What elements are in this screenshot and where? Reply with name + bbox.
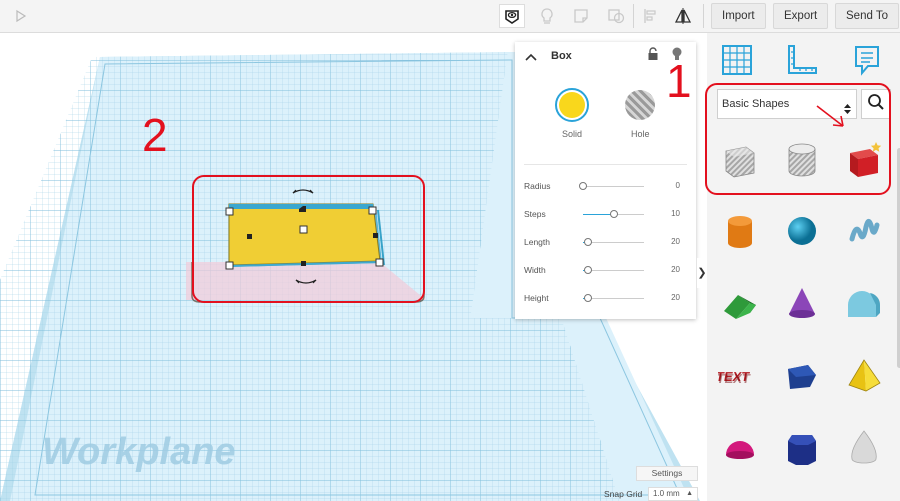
property-slider-knob[interactable] xyxy=(584,238,592,246)
property-value[interactable]: 20 xyxy=(671,265,680,274)
snap-arrow-icon: ▲ xyxy=(686,490,693,497)
top-toolbar: Import Export Send To xyxy=(0,0,900,33)
property-label: Width xyxy=(524,265,546,275)
grid-view-icon[interactable] xyxy=(720,43,754,77)
annotation-arrow xyxy=(816,105,844,127)
inspector-title: Box xyxy=(551,50,572,62)
send-to-button[interactable]: Send To xyxy=(835,3,899,29)
property-slider[interactable] xyxy=(583,238,644,246)
property-slider-knob[interactable] xyxy=(610,210,618,218)
annotation-box-2 xyxy=(192,175,425,303)
property-slider-knob[interactable] xyxy=(584,294,592,302)
property-slider[interactable] xyxy=(583,294,644,302)
property-label: Length xyxy=(524,237,550,247)
cylinder-icon xyxy=(720,211,760,256)
group-icon[interactable] xyxy=(603,4,629,28)
polygon-icon xyxy=(782,355,822,400)
eye-toggle-icon[interactable] xyxy=(499,4,525,28)
property-label: Steps xyxy=(524,209,546,219)
property-label: Radius xyxy=(524,181,551,191)
note-icon[interactable] xyxy=(568,4,594,28)
shape-item-cylinder[interactable] xyxy=(710,200,770,266)
property-value[interactable]: 0 xyxy=(676,181,680,190)
scribble-icon xyxy=(844,211,884,256)
property-slider-knob[interactable] xyxy=(584,266,592,274)
collapse-chevron-icon[interactable] xyxy=(525,49,537,67)
annotation-box-1 xyxy=(705,83,891,195)
property-slider[interactable] xyxy=(583,210,644,218)
property-value[interactable]: 20 xyxy=(671,293,680,302)
solid-color-dot xyxy=(559,92,585,118)
divider xyxy=(524,164,687,165)
property-row-width: Width 20 xyxy=(524,263,690,279)
roof-icon xyxy=(720,283,760,328)
half-sphere-icon xyxy=(720,427,760,472)
property-row-steps: Steps 10 xyxy=(524,207,690,223)
settings-button[interactable]: Settings xyxy=(636,466,698,481)
play-sim-icon[interactable] xyxy=(8,4,34,28)
tinkercad-editor: Import Export Send To Workplane 2 Box So… xyxy=(0,0,900,501)
svg-text:TEXT: TEXT xyxy=(718,371,751,386)
snap-grid-value: 1.0 mm xyxy=(653,489,680,498)
sphere-icon xyxy=(782,211,822,256)
paraboloid-icon xyxy=(844,427,884,472)
notes-icon[interactable] xyxy=(850,43,884,77)
property-value[interactable]: 20 xyxy=(671,237,680,246)
shape-item-roof[interactable] xyxy=(710,272,770,338)
shape-item-scribble[interactable] xyxy=(834,200,894,266)
property-slider[interactable] xyxy=(579,182,644,190)
solid-swatch[interactable] xyxy=(555,88,589,122)
import-button[interactable]: Import xyxy=(711,3,766,29)
shape-item-polygon[interactable] xyxy=(772,344,832,410)
hexagonal-prism-icon xyxy=(782,427,822,472)
property-row-height: Height 20 xyxy=(524,291,690,307)
lightbulb-icon[interactable] xyxy=(534,4,560,28)
solid-label: Solid xyxy=(562,129,583,139)
shape-item-text[interactable]: TEXT TEXT xyxy=(710,344,770,410)
property-row-length: Length 20 xyxy=(524,235,690,251)
workplane-label: Workplane xyxy=(42,431,236,473)
cone-icon xyxy=(782,283,822,328)
export-button[interactable]: Export xyxy=(773,3,829,29)
hole-label: Hole xyxy=(631,129,650,139)
shape-item-hexagonal-prism[interactable] xyxy=(772,416,832,482)
property-value[interactable]: 10 xyxy=(671,209,680,218)
align-icon[interactable] xyxy=(638,4,664,28)
hole-swatch[interactable] xyxy=(625,90,655,120)
round-roof-icon xyxy=(844,283,884,328)
shape-item-pyramid[interactable] xyxy=(834,344,894,410)
shape-item-sphere[interactable] xyxy=(772,200,832,266)
toolbar-separator xyxy=(633,4,634,28)
shape-item-paraboloid[interactable] xyxy=(834,416,894,482)
snap-grid-label: Snap Grid xyxy=(604,489,643,499)
shape-item-half-sphere[interactable] xyxy=(710,416,770,482)
mirror-icon[interactable] xyxy=(670,4,696,28)
property-row-radius: Radius 0 xyxy=(524,179,690,195)
pyramid-icon xyxy=(844,355,884,400)
snap-grid-select[interactable]: 1.0 mm ▲ xyxy=(648,487,698,501)
ruler-icon[interactable] xyxy=(785,43,819,77)
property-label: Height xyxy=(524,293,549,303)
property-slider-knob[interactable] xyxy=(579,182,587,190)
property-slider[interactable] xyxy=(583,266,644,274)
toolbar-separator xyxy=(703,4,704,28)
panel-collapse-toggle[interactable]: ❯ xyxy=(697,258,707,288)
lock-icon[interactable] xyxy=(647,47,659,66)
shape-item-cone[interactable] xyxy=(772,272,832,338)
text-icon: TEXT TEXT xyxy=(715,355,762,400)
annotation-number-2: 2 xyxy=(142,109,168,161)
shape-item-round-roof[interactable] xyxy=(834,272,894,338)
annotation-number-1: 1 xyxy=(666,55,692,107)
